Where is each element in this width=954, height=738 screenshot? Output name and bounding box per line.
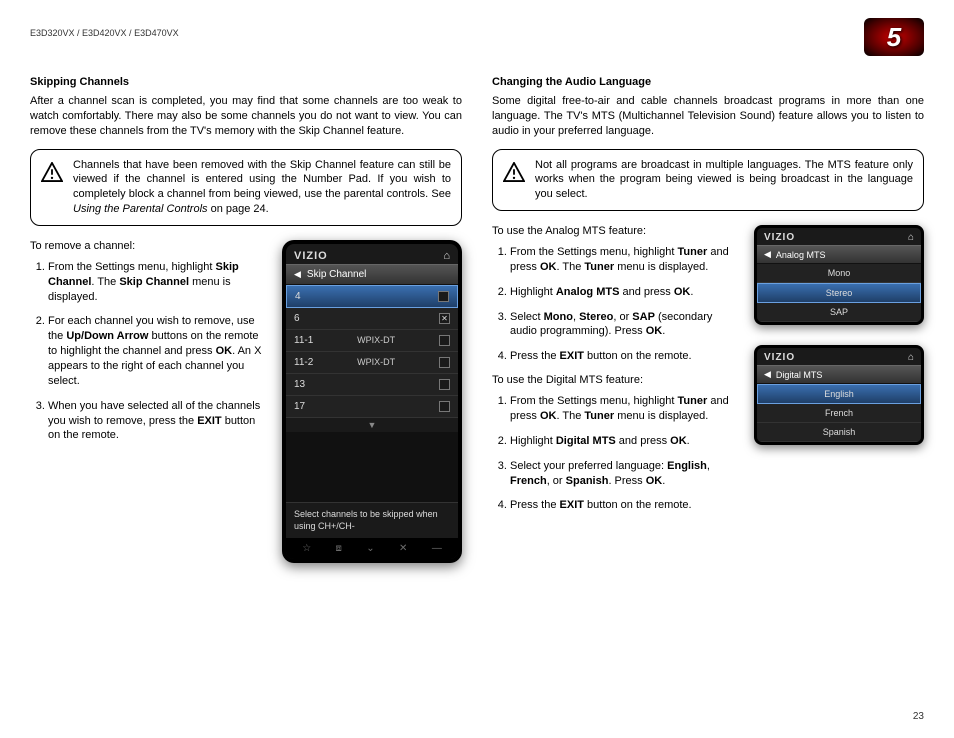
bottom-toolbar: ☆ ⧈ ⌄ ✕ — [286, 538, 458, 559]
toolbar-icon: ☆ [302, 543, 311, 554]
menu-option-selected: English [757, 384, 921, 404]
back-arrow-icon: ◀ [764, 249, 771, 260]
digital-mts-screenshot: VIZIO ⌂ ◀Digital MTS English French Spani… [754, 345, 924, 445]
analog-mts-screenshot: VIZIO ⌂ ◀Analog MTS Mono Stereo SAP [754, 225, 924, 325]
note-skip-channel: Channels that have been removed with the… [30, 149, 462, 226]
help-text: Select channels to be skipped when using… [286, 502, 458, 538]
analog-step-3: Select Mono, Stereo, or SAP (secondary a… [510, 310, 740, 340]
note-text: Channels that have been removed with the… [73, 158, 451, 217]
channel-list: 4 6✕ 11-1WPIX-DT 11-2WPIX-DT 13 17 [286, 285, 458, 418]
toolbar-icon: ✕ [399, 543, 407, 554]
skip-steps: From the Settings menu, highlight Skip C… [30, 260, 268, 443]
scroll-down-icon: ▼ [286, 418, 458, 432]
digital-step-3: Select your preferred language: English,… [510, 459, 740, 489]
skipping-intro: After a channel scan is completed, you m… [30, 94, 462, 139]
menu-title-row: ◀ Skip Channel [286, 264, 458, 285]
model-numbers: E3D320VX / E3D420VX / E3D470VX [30, 28, 179, 38]
left-column: Skipping Channels After a channel scan i… [30, 76, 462, 563]
chapter-number: 5 [887, 22, 901, 53]
menu-option: Spanish [757, 423, 921, 442]
analog-step-4: Press the EXIT button on the remote. [510, 349, 740, 364]
channel-row: 17 [286, 396, 458, 418]
menu-option-selected: Stereo [757, 283, 921, 303]
menu-option: SAP [757, 303, 921, 322]
home-icon: ⌂ [443, 250, 450, 262]
menu-title-row: ◀Digital MTS [757, 365, 921, 384]
analog-steps: From the Settings menu, highlight Tuner … [492, 245, 740, 364]
analog-step-2: Highlight Analog MTS and press OK. [510, 285, 740, 300]
page-header: E3D320VX / E3D420VX / E3D470VX 5 [30, 28, 924, 56]
digital-step-4: Press the EXIT button on the remote. [510, 498, 740, 513]
menu-title: Skip Channel [307, 269, 366, 280]
remove-channel-intro: To remove a channel: [30, 240, 268, 252]
vizio-logo: VIZIO [764, 232, 795, 243]
back-arrow-icon: ◀ [764, 369, 771, 380]
toolbar-icon: ⧈ [336, 543, 342, 554]
menu-title-row: ◀Analog MTS [757, 245, 921, 264]
section-title-skipping: Skipping Channels [30, 76, 462, 88]
digital-step-1: From the Settings menu, highlight Tuner … [510, 394, 740, 424]
page-number: 23 [913, 711, 924, 722]
chapter-badge: 5 [864, 18, 924, 56]
channel-row: 13 [286, 374, 458, 396]
right-column: Changing the Audio Language Some digital… [492, 76, 924, 563]
warning-icon [41, 162, 63, 185]
digital-step-2: Highlight Digital MTS and press OK. [510, 434, 740, 449]
skip-step-1: From the Settings menu, highlight Skip C… [48, 260, 268, 305]
channel-row: 11-2WPIX-DT [286, 352, 458, 374]
back-arrow-icon: ◀ [294, 269, 301, 280]
warning-icon [503, 162, 525, 185]
note-mts: Not all programs are broadcast in multip… [492, 149, 924, 212]
home-icon: ⌂ [908, 352, 914, 363]
toolbar-icon: — [432, 543, 442, 554]
skip-step-3: When you have selected all of the channe… [48, 399, 268, 444]
digital-intro: To use the Digital MTS feature: [492, 374, 740, 386]
menu-option: French [757, 404, 921, 423]
two-column-layout: Skipping Channels After a channel scan i… [30, 76, 924, 563]
vizio-logo: VIZIO [764, 352, 795, 363]
vizio-logo: VIZIO [294, 250, 328, 262]
skip-step-2: For each channel you wish to remove, use… [48, 314, 268, 388]
analog-intro: To use the Analog MTS feature: [492, 225, 740, 237]
channel-row: 6✕ [286, 308, 458, 330]
menu-option: Mono [757, 264, 921, 283]
digital-steps: From the Settings menu, highlight Tuner … [492, 394, 740, 513]
section-title-audio: Changing the Audio Language [492, 76, 924, 88]
channel-row: 11-1WPIX-DT [286, 330, 458, 352]
audio-intro: Some digital free-to-air and cable chann… [492, 94, 924, 139]
channel-row: 4 [286, 285, 458, 308]
home-icon: ⌂ [908, 232, 914, 243]
toolbar-icon: ⌄ [366, 543, 374, 554]
skip-channel-screenshot: VIZIO ⌂ ◀ Skip Channel 4 6✕ 11-1WPIX-DT … [282, 240, 462, 563]
analog-step-1: From the Settings menu, highlight Tuner … [510, 245, 740, 275]
note-text: Not all programs are broadcast in multip… [535, 158, 913, 203]
